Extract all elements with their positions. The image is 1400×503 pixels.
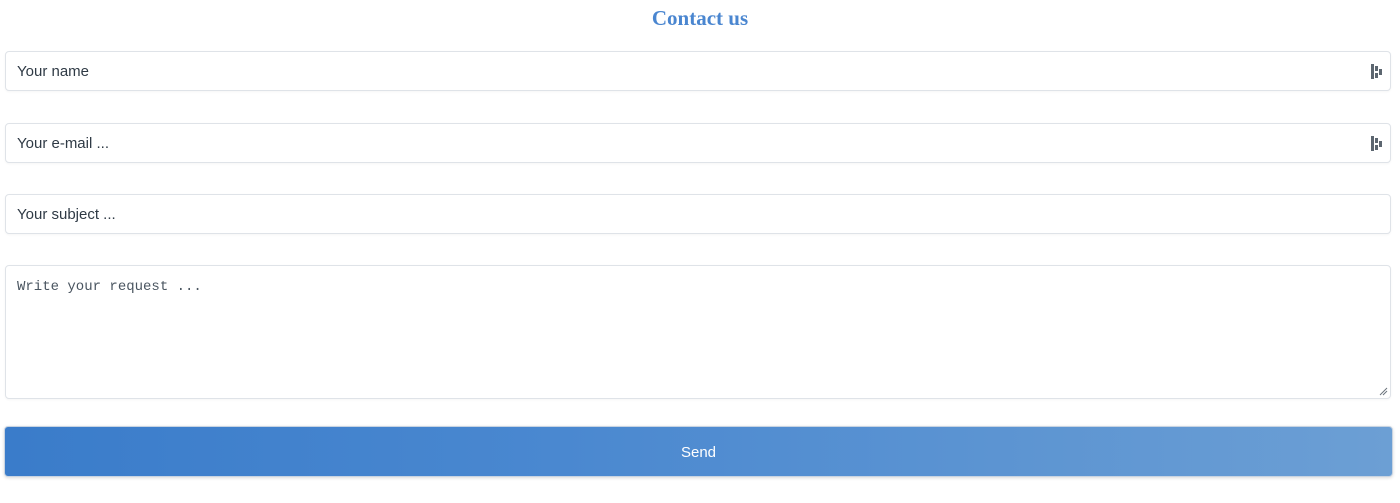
message-textarea-placeholder: Write your request ... xyxy=(17,279,202,295)
send-button[interactable]: Send xyxy=(4,426,1393,477)
subject-field[interactable]: Your subject ... xyxy=(5,194,1391,234)
send-button-label: Send xyxy=(680,444,717,461)
subject-field-placeholder: Your subject ... xyxy=(17,206,116,223)
page-title: Contact us xyxy=(651,6,749,30)
resize-handle-icon[interactable] xyxy=(1379,387,1388,396)
autofill-key-icon[interactable] xyxy=(1370,135,1384,152)
email-field-placeholder: Your e-mail ... xyxy=(17,135,109,152)
name-field-placeholder: Your name xyxy=(17,63,89,80)
name-field[interactable]: Your name xyxy=(5,51,1391,91)
email-field[interactable]: Your e-mail ... xyxy=(5,123,1391,163)
message-textarea[interactable]: Write your request ... xyxy=(5,265,1391,399)
autofill-key-icon[interactable] xyxy=(1370,63,1384,80)
